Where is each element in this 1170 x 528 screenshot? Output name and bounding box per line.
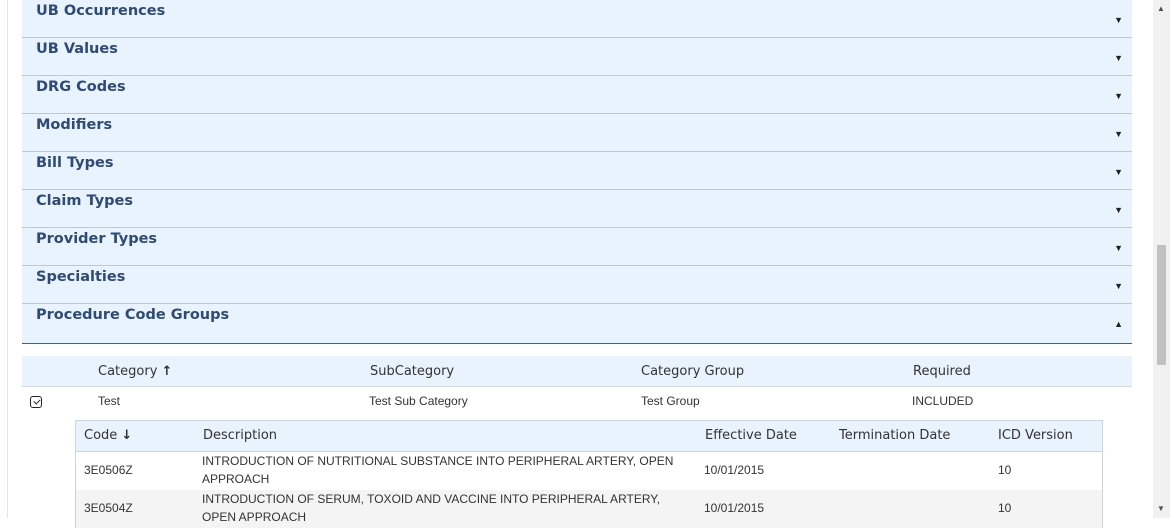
section-title: Specialties	[36, 269, 126, 285]
cell-code: 3E0504Z	[84, 501, 133, 515]
column-header-subcategory[interactable]: SubCategory	[370, 364, 454, 379]
cell-category: Test	[98, 394, 121, 408]
column-header-code[interactable]: Code ↓	[84, 428, 132, 443]
criteria-accordion: UB Occurrences ▼ UB Values ▼ DRG Codes ▼…	[22, 0, 1132, 422]
section-title: Modifiers	[36, 117, 113, 133]
codes-table-header: Code ↓ Description Effective Date Termin…	[76, 421, 1102, 452]
sort-down-icon: ↓	[121, 428, 133, 443]
collapse-icon[interactable]: ▲	[1114, 319, 1123, 329]
section-title: Procedure Code Groups	[36, 307, 230, 323]
section-title: UB Values	[36, 41, 118, 57]
expand-icon[interactable]: ▼	[1114, 53, 1123, 63]
section-title: Bill Types	[36, 155, 114, 171]
section-title: Claim Types	[36, 193, 133, 209]
scroll-down-icon[interactable]: ▼	[1157, 504, 1165, 513]
cell-required: INCLUDED	[912, 394, 974, 408]
section-claim-types[interactable]: Claim Types ▼	[22, 190, 1132, 228]
section-provider-types[interactable]: Provider Types ▼	[22, 228, 1132, 266]
cell-code: 3E0506Z	[84, 463, 133, 477]
cell-subcategory: Test Sub Category	[369, 394, 468, 408]
scrollbar-thumb[interactable]	[1157, 245, 1166, 365]
cell-category-group: Test Group	[641, 394, 700, 408]
cell-effective-date: 10/01/2015	[704, 463, 765, 477]
cell-icd-version: 10	[998, 501, 1012, 515]
section-specialties[interactable]: Specialties ▼	[22, 266, 1132, 304]
column-header-description[interactable]: Description	[203, 428, 277, 443]
column-header-required[interactable]: Required	[913, 364, 971, 379]
column-header-icd-version[interactable]: ICD Version	[998, 428, 1073, 443]
column-header-category[interactable]: Category ↑	[98, 364, 172, 379]
vertical-scrollbar[interactable]: ▲ ▼	[1153, 0, 1170, 518]
cell-description: INTRODUCTION OF NUTRITIONAL SUBSTANCE IN…	[202, 454, 674, 486]
expand-icon[interactable]: ▼	[1114, 205, 1123, 215]
section-bill-types[interactable]: Bill Types ▼	[22, 152, 1132, 190]
expand-icon[interactable]: ▼	[1114, 15, 1123, 25]
groups-table-header: Category ↑ SubCategory Category Group Re…	[22, 356, 1132, 387]
table-row[interactable]: 3E0506Z INTRODUCTION OF NUTRITIONAL SUBS…	[76, 452, 1102, 490]
column-header-effective-date[interactable]: Effective Date	[705, 428, 797, 443]
section-title: Provider Types	[36, 231, 158, 247]
expand-icon[interactable]: ▼	[1114, 129, 1123, 139]
column-header-category-group[interactable]: Category Group	[641, 364, 744, 379]
section-ub-values[interactable]: UB Values ▼	[22, 38, 1132, 76]
expand-icon[interactable]: ▼	[1114, 243, 1123, 253]
table-row[interactable]: 3E0504Z INTRODUCTION OF SERUM, TOXOID AN…	[76, 490, 1102, 528]
expand-icon[interactable]: ▼	[1114, 281, 1123, 291]
section-drg-codes[interactable]: DRG Codes ▼	[22, 76, 1132, 114]
cell-description: INTRODUCTION OF SERUM, TOXOID AND VACCIN…	[202, 492, 661, 524]
section-title: DRG Codes	[36, 79, 126, 95]
table-row[interactable]: Test Test Sub Category Test Group INCLUD…	[22, 387, 1132, 422]
expand-icon[interactable]: ▼	[1114, 91, 1123, 101]
section-ub-occurrences[interactable]: UB Occurrences ▼	[22, 0, 1132, 38]
column-header-termination-date[interactable]: Termination Date	[839, 428, 950, 443]
scroll-up-icon[interactable]: ▲	[1157, 4, 1165, 13]
sort-up-icon: ↑	[161, 364, 173, 379]
procedure-codes-table: Code ↓ Description Effective Date Termin…	[75, 420, 1103, 528]
cell-icd-version: 10	[998, 463, 1012, 477]
spacer	[22, 344, 1132, 356]
section-procedure-code-groups[interactable]: Procedure Code Groups ▲	[22, 304, 1132, 344]
expand-icon[interactable]: ▼	[1114, 167, 1123, 177]
section-title: UB Occurrences	[36, 3, 166, 19]
expand-row-checkbox-icon[interactable]	[30, 396, 42, 408]
cell-effective-date: 10/01/2015	[704, 501, 765, 515]
section-modifiers[interactable]: Modifiers ▼	[22, 114, 1132, 152]
page-left-border	[7, 0, 8, 518]
